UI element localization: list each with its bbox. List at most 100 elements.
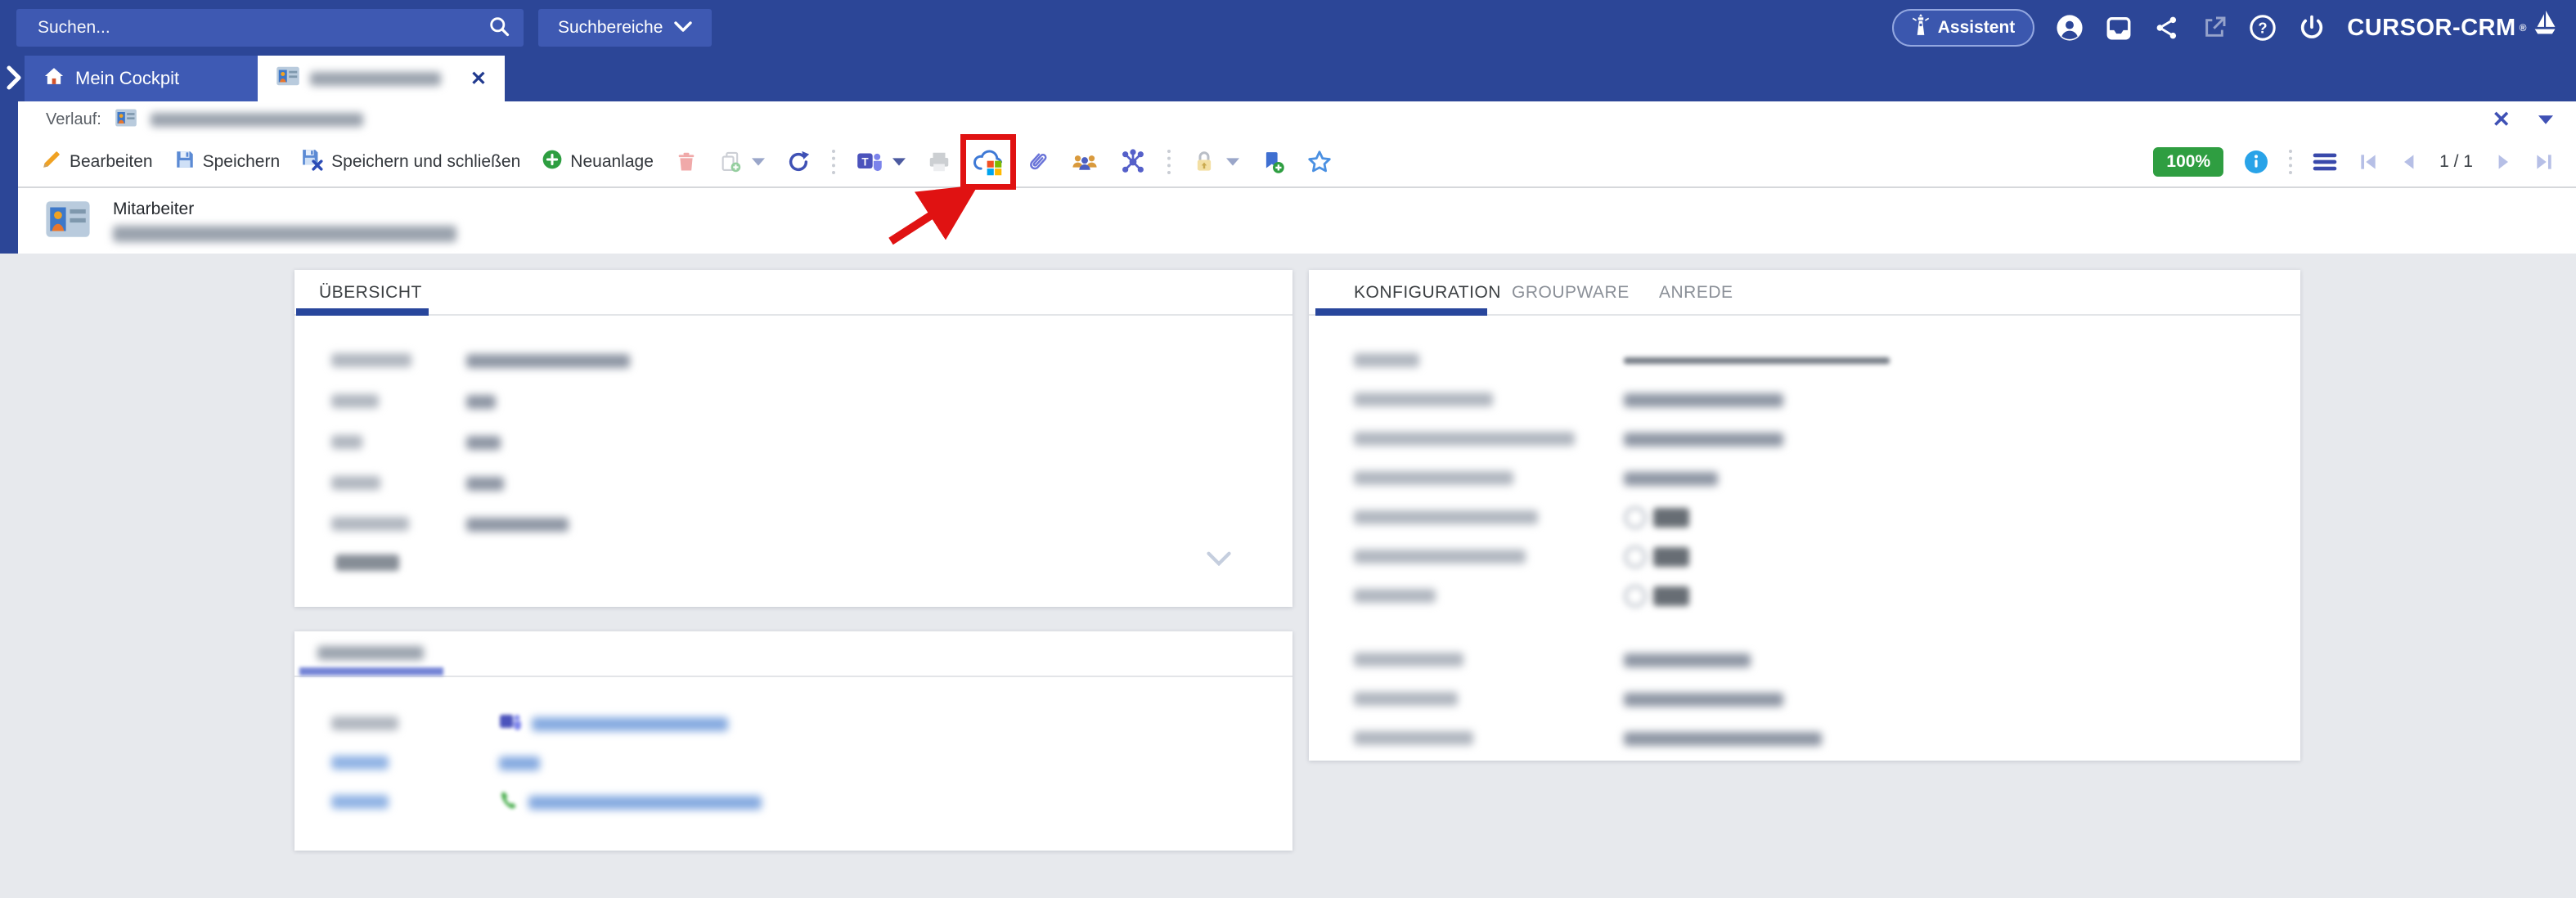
- speichern-schliessen-button[interactable]: Speichern und schließen: [301, 148, 520, 176]
- tab-groupware[interactable]: GROUPWARE: [1512, 283, 1630, 303]
- cloud-microsoft365-icon[interactable]: [973, 148, 1004, 176]
- neuanlage-label: Neuanlage: [570, 152, 654, 172]
- tab-label-redacted[interactable]: [317, 646, 424, 660]
- details-label-redacted: [335, 555, 399, 571]
- password-dots-redacted: [1624, 357, 1890, 364]
- sailboat-icon: [2530, 9, 2558, 47]
- pencil-icon: [41, 149, 62, 175]
- content-area: ÜBERSICHT: [0, 254, 2576, 898]
- value-redacted: [1624, 393, 1783, 407]
- favorite-star-icon[interactable]: [1306, 149, 1333, 175]
- verlauf-entry-redacted[interactable]: [151, 113, 363, 127]
- bearbeiten-label: Bearbeiten: [70, 152, 153, 172]
- menu-hamburger-icon[interactable]: [2312, 151, 2338, 173]
- field-row-toggle: [1309, 582, 2300, 610]
- bookmark-plus-icon[interactable]: [1261, 150, 1285, 174]
- active-tab-underline: [299, 667, 443, 676]
- refresh-icon[interactable]: [786, 150, 811, 174]
- record-toolbar: Bearbeiten Speichern Speichern und schli…: [0, 137, 2576, 188]
- ms-teams-icon[interactable]: T: [856, 150, 883, 174]
- participants-icon[interactable]: [1071, 150, 1099, 174]
- speichern-schliessen-label: Speichern und schließen: [331, 152, 520, 172]
- tab-label: Mein Cockpit: [75, 68, 179, 89]
- details-expand-chevron-icon[interactable]: [1207, 551, 1231, 568]
- power-icon[interactable]: [2298, 14, 2326, 42]
- relations-network-icon[interactable]: [1120, 149, 1146, 175]
- toggle-switch[interactable]: [1624, 585, 1689, 608]
- field-row: [1309, 425, 2300, 453]
- bearbeiten-button[interactable]: Bearbeiten: [41, 149, 153, 175]
- tab-anrede[interactable]: ANREDE: [1659, 283, 1733, 303]
- last-page-icon: [2533, 151, 2555, 173]
- page-indicator: 1 / 1: [2439, 152, 2473, 172]
- info-icon[interactable]: [2243, 149, 2269, 175]
- speichern-button[interactable]: Speichern: [174, 149, 281, 175]
- ms-teams-icon[interactable]: [499, 712, 522, 737]
- field-row: [294, 469, 1292, 497]
- field-row-password: [1309, 347, 2300, 375]
- svg-text:T: T: [861, 155, 869, 168]
- konfiguration-card: KONFIGURATION GROUPWARE ANREDE: [1309, 270, 2300, 761]
- share-icon[interactable]: [2154, 15, 2180, 41]
- tab-konfiguration[interactable]: KONFIGURATION: [1354, 283, 1501, 303]
- email-link-redacted[interactable]: [532, 717, 728, 731]
- phone-link-redacted[interactable]: [528, 796, 762, 810]
- value-redacted: [466, 436, 501, 450]
- tab-label-redacted: [310, 72, 441, 86]
- entity-name-redacted: [113, 226, 456, 242]
- tab-record-active[interactable]: ✕: [258, 56, 505, 101]
- account-icon[interactable]: [2056, 14, 2084, 42]
- field-row: [294, 749, 1292, 777]
- collapsed-sidebar-strip[interactable]: [0, 101, 18, 254]
- copy-plus-icon: [719, 150, 742, 173]
- search-icon[interactable]: [488, 15, 510, 42]
- verlauf-label: Verlauf:: [46, 110, 101, 129]
- tab-close-icon[interactable]: ✕: [470, 67, 487, 91]
- active-tab-underline: [1315, 308, 1487, 316]
- contact-card-icon: [276, 65, 300, 92]
- lock-icon[interactable]: [1192, 150, 1216, 174]
- floppy-close-icon: [301, 148, 324, 176]
- brand-text: CURSOR-CRM: [2347, 15, 2515, 42]
- global-search-box[interactable]: [16, 9, 524, 47]
- zoom-badge[interactable]: 100%: [2153, 147, 2223, 177]
- value-redacted: [466, 395, 496, 409]
- lighthouse-icon: [1912, 14, 1930, 42]
- help-icon[interactable]: ?: [2249, 14, 2277, 42]
- field-row-phone: [294, 788, 1292, 816]
- search-input[interactable]: [38, 18, 488, 38]
- verlauf-bar: Verlauf: ✕: [0, 101, 2576, 137]
- contact-card-icon-large: [44, 199, 92, 244]
- field-row: [1309, 646, 2300, 674]
- assistent-button[interactable]: Assistent: [1892, 9, 2035, 47]
- contact-data-card: [294, 631, 1292, 851]
- neuanlage-button[interactable]: Neuanlage: [542, 149, 654, 175]
- phone-icon[interactable]: [499, 790, 519, 815]
- field-row: [1309, 685, 2300, 713]
- tab-mein-cockpit[interactable]: Mein Cockpit: [25, 56, 258, 101]
- toggle-switch[interactable]: [1624, 506, 1689, 529]
- tab-uebersicht[interactable]: ÜBERSICHT: [319, 283, 422, 303]
- paperclip-icon[interactable]: [1025, 150, 1050, 174]
- close-icon[interactable]: ✕: [2492, 109, 2511, 131]
- inbox-icon[interactable]: [2105, 14, 2133, 42]
- entity-type-label: Mitarbeiter: [113, 200, 456, 219]
- tab-bar: Mein Cockpit ✕: [0, 56, 2576, 101]
- speichern-label: Speichern: [203, 152, 281, 172]
- contact-card-icon: [115, 108, 137, 132]
- chevron-right-icon[interactable]: [3, 65, 25, 92]
- copy-caret-icon[interactable]: [752, 158, 765, 166]
- teams-caret-icon[interactable]: [892, 158, 906, 166]
- toggle-switch[interactable]: [1624, 546, 1689, 568]
- value-redacted[interactable]: [499, 757, 540, 770]
- field-row: [1309, 725, 2300, 752]
- caret-down-icon[interactable]: [2538, 115, 2553, 124]
- lock-caret-icon[interactable]: [1226, 158, 1239, 166]
- active-tab-underline: [296, 308, 429, 316]
- chevron-down-icon: [674, 18, 692, 38]
- value-redacted: [466, 354, 630, 368]
- svg-text:?: ?: [2259, 19, 2268, 36]
- field-row: [294, 388, 1292, 415]
- suchbereiche-button[interactable]: Suchbereiche: [538, 9, 712, 47]
- first-page-icon: [2358, 151, 2379, 173]
